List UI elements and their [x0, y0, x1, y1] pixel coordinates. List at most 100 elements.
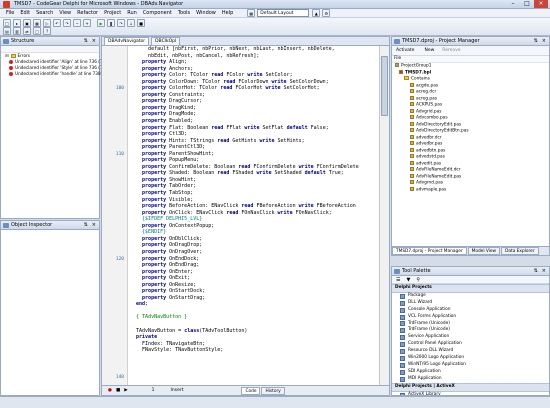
- pin-icon[interactable]: ⇅: [84, 221, 88, 230]
- help-icon[interactable]: ?: [43, 27, 51, 35]
- close-icon[interactable]: ×: [542, 37, 546, 46]
- palette-item[interactable]: MDI Application: [392, 376, 549, 383]
- run-icon[interactable]: ▶: [97, 19, 105, 27]
- palette-item[interactable]: Console Application: [392, 307, 549, 314]
- play-icon[interactable]: ■: [116, 388, 120, 393]
- tab-project-manager[interactable]: TMSD7.dproj - Project Manager: [392, 247, 467, 255]
- new-button[interactable]: New: [424, 48, 434, 53]
- palette-category[interactable]: Delphi Projects | ActiveX: [392, 382, 549, 392]
- item-icon: [400, 321, 405, 327]
- close-icon[interactable]: ×: [92, 37, 96, 46]
- remove-file-icon[interactable]: −: [73, 19, 81, 27]
- file-icon: [410, 128, 414, 132]
- tab-dbclkopl[interactable]: DBClkOpl: [151, 37, 181, 45]
- file-icon: [410, 102, 414, 106]
- save-icon[interactable]: ▣: [23, 19, 31, 27]
- file-name: acreg.dcr: [416, 89, 437, 95]
- menu-tools[interactable]: Tools: [178, 9, 190, 18]
- palette-item[interactable]: WinNT/95 Logo Application: [392, 362, 549, 369]
- object-inspector-header: Object Inspector ⇅ ×: [1, 221, 99, 230]
- pin-icon[interactable]: ⇅: [84, 37, 88, 46]
- add-file-icon[interactable]: +: [83, 19, 91, 27]
- tab-model-view[interactable]: Model View: [467, 247, 501, 255]
- palette-category[interactable]: Delphi Projects: [392, 284, 549, 293]
- code-token: write: [298, 163, 314, 170]
- tab-data-explorer[interactable]: Data Explorer: [501, 247, 539, 255]
- palette-item[interactable]: Package: [392, 293, 549, 300]
- code-editor: DBAdvNavigator DBClkOpl 100 110 120 140 …: [101, 36, 390, 396]
- palette-item[interactable]: VCL Forms Application: [392, 314, 549, 321]
- new-icon[interactable]: □: [3, 19, 11, 27]
- open-project-icon[interactable]: ▷: [43, 19, 51, 27]
- palette-item[interactable]: Win2000 Logo Application: [392, 355, 549, 362]
- view-unit-icon[interactable]: ▤: [3, 27, 11, 35]
- palette-item[interactable]: DLL Wizard: [392, 300, 549, 307]
- layout-select[interactable]: Default Layout: [257, 9, 310, 17]
- code-token: property: [130, 150, 167, 157]
- code-token: property: [130, 163, 167, 170]
- layout-icon[interactable]: ▦: [247, 9, 256, 17]
- scroll-thumb[interactable]: [381, 56, 388, 116]
- code-token: property: [130, 72, 167, 79]
- code-token: property: [130, 176, 167, 183]
- pause-icon[interactable]: ❚: [107, 19, 115, 27]
- redo-icon[interactable]: ↷: [63, 19, 71, 27]
- save-layout-icon[interactable]: ▲: [312, 9, 321, 17]
- menu-refactor[interactable]: Refactor: [77, 9, 98, 18]
- menu-search[interactable]: Search: [36, 9, 53, 18]
- step-over-icon[interactable]: ↷: [117, 19, 125, 27]
- structure-header: Structure ⇅ ×: [1, 37, 99, 46]
- code-token: property: [130, 98, 167, 105]
- menu-run[interactable]: Run: [127, 9, 137, 18]
- tab-code[interactable]: Code: [241, 386, 261, 395]
- file-name: acreg.pas: [416, 96, 438, 101]
- file-item[interactable]: advmaple.pas: [392, 186, 549, 194]
- maximize-button[interactable]: □: [520, 0, 534, 8]
- editor-scrollbar[interactable]: [379, 46, 389, 386]
- save-all-icon[interactable]: ▦: [33, 19, 41, 27]
- tab-history[interactable]: History: [261, 386, 285, 395]
- menu-component[interactable]: Component: [143, 9, 172, 18]
- code-token: False;: [307, 124, 329, 131]
- code-token: read: [241, 203, 254, 210]
- record-icon[interactable]: ●: [108, 388, 112, 393]
- code-area[interactable]: default [nbFirst, nbPrior, nbNext, nbLas…: [130, 46, 379, 386]
- menu-project[interactable]: Project: [104, 9, 121, 18]
- file-name: advedbtn.pas: [416, 148, 446, 153]
- code-token: True;: [325, 170, 344, 177]
- macro-icon[interactable]: ▶: [124, 388, 127, 393]
- toggle-form-icon[interactable]: ⇄: [23, 27, 31, 35]
- undo-icon[interactable]: ↶: [53, 19, 61, 27]
- close-button[interactable]: ×: [534, 0, 548, 8]
- code-token: ParentShowHint;: [166, 150, 215, 157]
- menu-view[interactable]: View: [59, 9, 71, 18]
- minimize-button[interactable]: –: [506, 0, 520, 8]
- view-form-icon[interactable]: ▥: [13, 27, 21, 35]
- code-token: FFlat: [223, 124, 245, 131]
- new-form-icon[interactable]: ▢: [33, 27, 41, 35]
- trace-into-icon[interactable]: ↓: [127, 19, 135, 27]
- categories-icon[interactable]: ☰: [396, 277, 400, 283]
- menu-edit[interactable]: Edit: [20, 9, 30, 18]
- filter-icon[interactable]: ▼: [406, 277, 410, 283]
- pin-icon[interactable]: ⇅: [534, 267, 538, 276]
- close-icon[interactable]: ×: [542, 267, 546, 276]
- code-token: FBeforeAction: [253, 203, 299, 210]
- pin-icon[interactable]: ⇅: [534, 37, 538, 46]
- close-icon[interactable]: ×: [92, 221, 96, 230]
- search-icon[interactable]: ⚲: [416, 277, 420, 283]
- open-icon[interactable]: ▸: [13, 19, 21, 27]
- item-label: SDI Application: [408, 368, 441, 374]
- menu-help[interactable]: Help: [222, 9, 233, 18]
- menu-window[interactable]: Window: [196, 9, 216, 18]
- error-item[interactable]: Undeclared identifier 'handle' at line 7…: [1, 71, 109, 77]
- code-token: property: [130, 242, 167, 249]
- stop-icon[interactable]: ■: [137, 19, 145, 27]
- settings-icon[interactable]: ⚙: [322, 9, 331, 17]
- remove-button[interactable]: Remove: [442, 48, 460, 53]
- tab-dbadvnavigator[interactable]: DBAdvNavigator: [104, 37, 150, 45]
- palette-item[interactable]: SDI Application: [392, 369, 549, 376]
- menu-file[interactable]: File: [6, 9, 14, 18]
- activate-button[interactable]: Activate: [396, 48, 414, 53]
- file-icon: [410, 173, 414, 178]
